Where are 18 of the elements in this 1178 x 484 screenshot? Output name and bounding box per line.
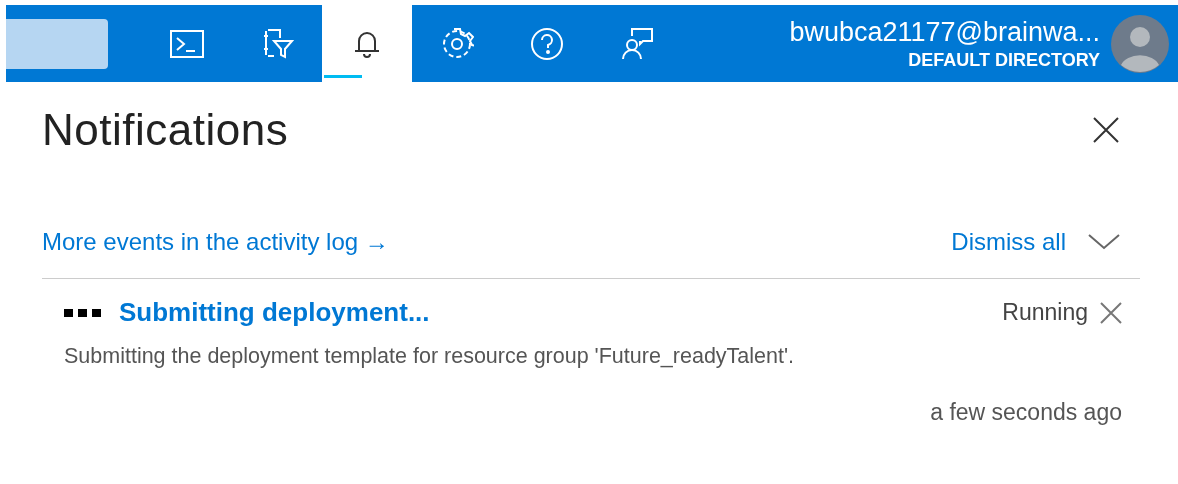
close-icon[interactable] xyxy=(1092,115,1120,144)
notification-title[interactable]: Submitting deployment... xyxy=(119,297,430,328)
chevron-down-icon[interactable] xyxy=(1088,234,1120,250)
panel-title: Notifications xyxy=(42,104,289,155)
settings-icon xyxy=(440,26,474,61)
terminal-icon xyxy=(170,29,204,58)
progress-dots-icon xyxy=(64,308,102,317)
feedback-icon xyxy=(620,26,654,61)
avatar-icon[interactable] xyxy=(1110,13,1170,74)
search-field[interactable] xyxy=(6,18,108,69)
directory-name: DEFAULT DIRECTORY xyxy=(908,49,1100,71)
notification-message: Submitting the deployment template for resource group 'Future_readyTalent'. xyxy=(64,344,796,369)
notification-time: a few seconds ago xyxy=(929,399,1122,426)
notification-status: Running xyxy=(1002,299,1088,326)
help-icon xyxy=(530,26,564,61)
account-name[interactable]: bwubca21177@brainwa... xyxy=(789,16,1100,48)
dismiss-all-link[interactable]: Dismiss all xyxy=(951,228,1066,256)
activity-log-link[interactable]: More events in the activity log → xyxy=(42,228,389,256)
